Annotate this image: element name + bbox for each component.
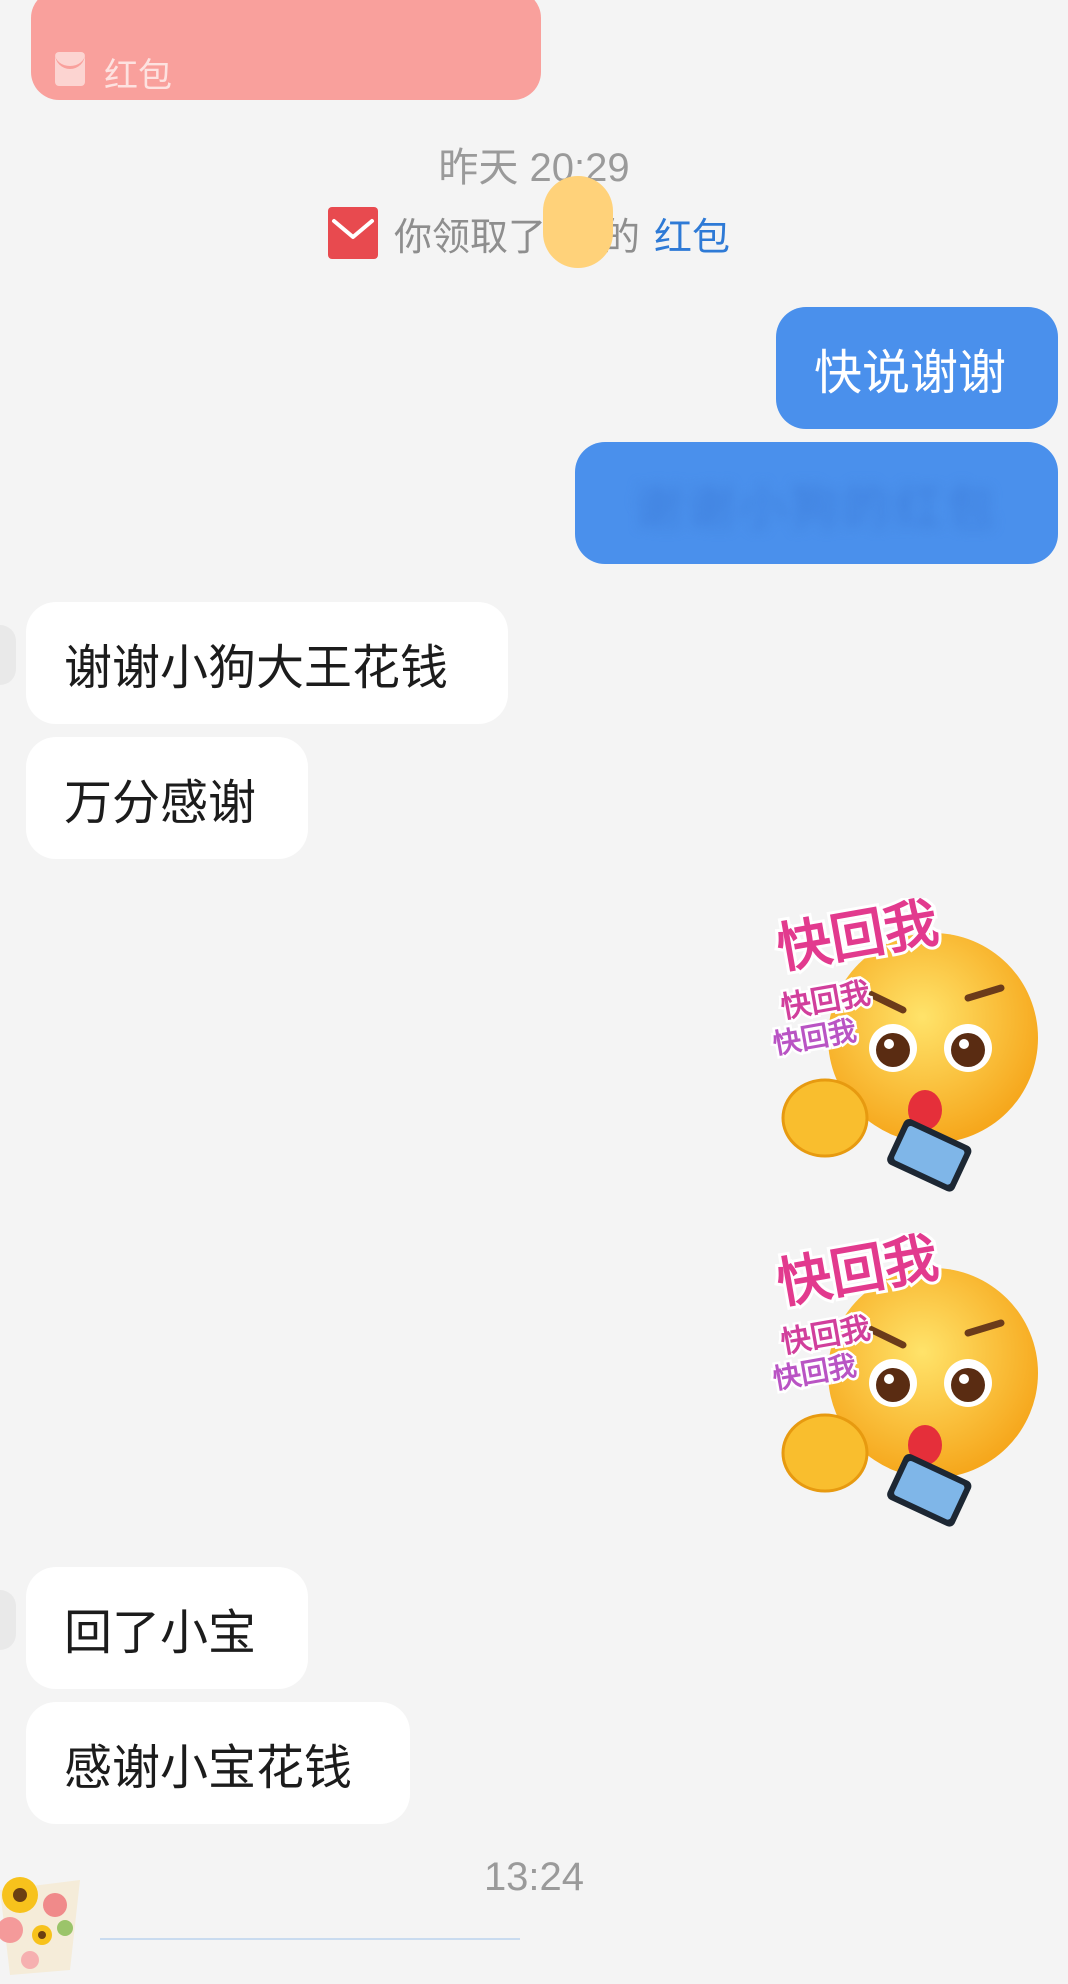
red-packet-icon (55, 52, 85, 86)
avatar[interactable] (0, 625, 16, 685)
red-packet-label: 红包 (104, 56, 172, 96)
message-text: 万分感谢 (64, 775, 257, 831)
quick-reply-emoji-sticker[interactable]: 快回我 快回我 快回我 (763, 1223, 1053, 1533)
notice-prefix: 你领取了 (394, 214, 547, 259)
outgoing-message-blurred[interactable]: 谢谢小狗的红包 (575, 442, 1058, 564)
message-text: 谢谢小狗大王花钱 (64, 640, 449, 696)
message-timestamp: 昨天 20:29 (438, 146, 630, 190)
red-packet-link[interactable]: 红包 (654, 206, 730, 261)
avatar[interactable] (0, 1590, 16, 1650)
redaction-mark (543, 176, 613, 268)
incoming-message[interactable]: 万分感谢 (26, 737, 308, 859)
outgoing-message[interactable]: 快说谢谢 (776, 307, 1058, 429)
message-text: 回了小宝 (64, 1605, 257, 1661)
incoming-message[interactable]: 感谢小宝花钱 (26, 1702, 410, 1824)
message-text: 感谢小宝花钱 (64, 1740, 353, 1796)
message-text: 快说谢谢 (814, 345, 1007, 401)
system-notice: 你领取了 的 红包 (328, 205, 730, 261)
envelope-icon (328, 207, 378, 259)
divider (100, 1938, 520, 1940)
message-timestamp: 13:24 (483, 1855, 585, 1899)
incoming-message[interactable]: 谢谢小狗大王花钱 (26, 602, 508, 724)
incoming-message[interactable]: 回了小宝 (26, 1567, 308, 1689)
quick-reply-emoji-sticker[interactable]: 快回我 快回我 快回我 (763, 888, 1053, 1198)
message-text: 谢谢小狗的红包 (634, 480, 999, 536)
avatar[interactable] (0, 1850, 100, 1980)
